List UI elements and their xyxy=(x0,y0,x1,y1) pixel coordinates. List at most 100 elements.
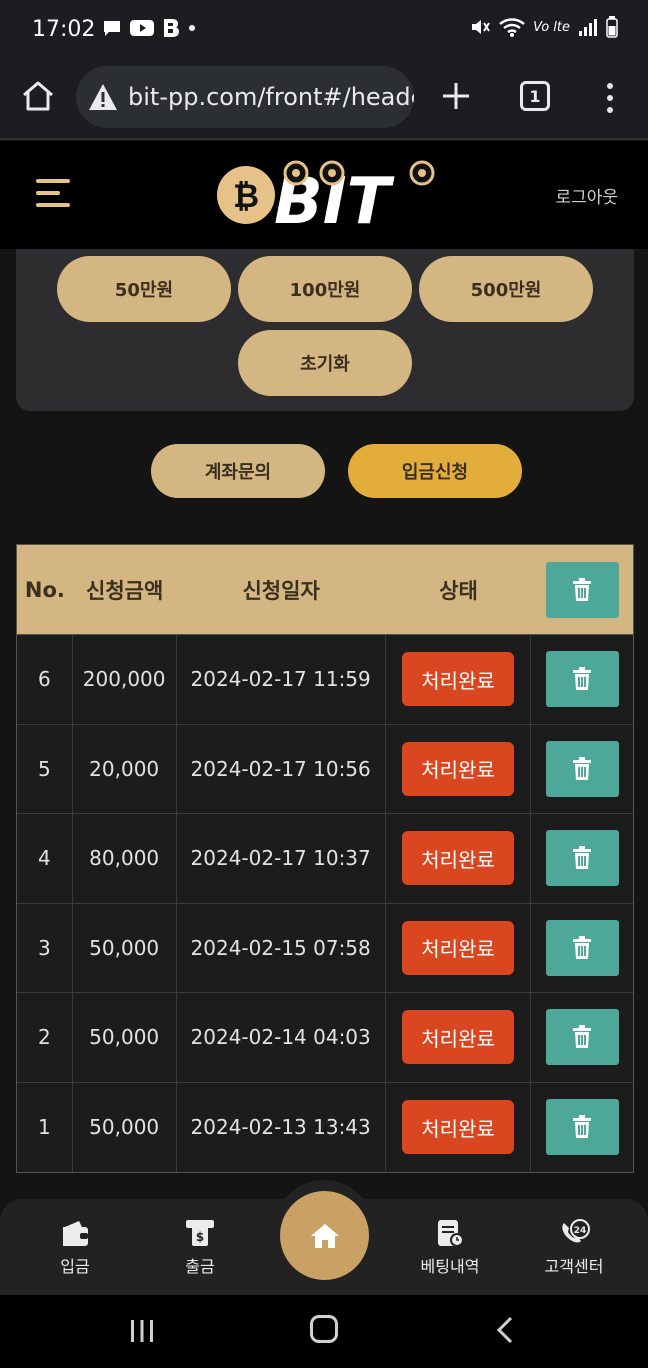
site-header: ₿ BIT 로그아웃 xyxy=(0,141,648,249)
table-row: 4 80,000 2024-02-17 10:37 처리완료 xyxy=(17,814,633,904)
logout-link[interactable]: 로그아웃 xyxy=(555,183,618,208)
delete-row-button[interactable] xyxy=(545,740,619,797)
svg-text:₿: ₿ xyxy=(233,177,259,215)
carrier-label: Vo lte xyxy=(533,19,570,35)
table-row: 6 200,000 2024-02-17 11:59 처리완료 xyxy=(17,635,633,725)
betting-history-icon xyxy=(438,1220,464,1247)
home-fab-button[interactable] xyxy=(280,1191,369,1280)
row-amount: 200,000 xyxy=(82,667,166,692)
dot-icon xyxy=(189,25,195,31)
nav-betting-history[interactable]: 베팅내역 xyxy=(400,1219,500,1277)
amount-500man-button[interactable]: 500만원 xyxy=(419,256,593,322)
trash-icon xyxy=(573,846,592,870)
status-badge: 처리완료 xyxy=(402,920,515,975)
trash-icon xyxy=(573,1025,592,1049)
amount-50man-button[interactable]: 50만원 xyxy=(57,256,231,322)
row-no: 4 xyxy=(38,846,51,871)
table-row: 5 20,000 2024-02-17 10:56 처리완료 xyxy=(17,724,633,814)
browser-toolbar: bit-pp.com/front#/heade 1 xyxy=(0,62,648,140)
nav-deposit[interactable]: 입금 xyxy=(35,1219,115,1277)
header-amount: 신청금액 xyxy=(86,578,164,603)
row-amount: 50,000 xyxy=(89,1025,160,1050)
amount-100man-button[interactable]: 100만원 xyxy=(238,256,412,322)
tab-switcher-button[interactable]: 1 xyxy=(520,81,550,111)
system-nav-bar xyxy=(0,1295,648,1368)
row-date: 2024-02-14 04:03 xyxy=(190,1025,371,1050)
row-date: 2024-02-17 10:37 xyxy=(190,846,371,871)
trash-icon xyxy=(573,1115,592,1139)
status-badge: 처리완료 xyxy=(402,1010,515,1065)
battery-icon xyxy=(606,16,618,38)
row-no: 6 xyxy=(38,667,51,692)
nav-withdraw[interactable]: $ 출금 xyxy=(160,1219,240,1277)
deposit-request-button[interactable]: 입금신청 xyxy=(348,444,522,498)
delete-all-button[interactable] xyxy=(545,561,619,618)
b-app-icon xyxy=(164,19,179,37)
svg-text:24: 24 xyxy=(574,1226,587,1236)
back-icon[interactable] xyxy=(494,1315,516,1345)
header-no: No. xyxy=(24,577,65,602)
nav-customer-center[interactable]: 24 고객센터 xyxy=(524,1219,624,1277)
nav-betting-history-label: 베팅내역 xyxy=(420,1257,480,1276)
status-badge: 처리완료 xyxy=(402,831,515,886)
status-time: 17:02 xyxy=(32,17,96,42)
delete-row-button[interactable] xyxy=(545,1099,619,1156)
new-tab-icon[interactable] xyxy=(438,78,474,114)
delete-row-button[interactable] xyxy=(545,830,619,887)
hamburger-menu-button[interactable] xyxy=(36,179,70,207)
amount-panel: 50만원 100만원 500만원 초기화 xyxy=(16,249,634,411)
row-date: 2024-02-17 11:59 xyxy=(190,667,371,692)
row-date: 2024-02-17 10:56 xyxy=(190,756,371,781)
signal-icon xyxy=(579,19,597,36)
deposit-history-table: No. 신청금액 신청일자 상태 6 200,000 2024-02-17 11… xyxy=(16,544,634,1173)
status-badge: 처리완료 xyxy=(402,1100,515,1155)
nav-customer-center-label: 고객센터 xyxy=(544,1257,604,1276)
header-status: 상태 xyxy=(439,578,478,603)
main-content: 50만원 100만원 500만원 초기화 계좌문의 입금신청 No. 신청금액 … xyxy=(0,249,648,1199)
table-row: 2 50,000 2024-02-14 04:03 처리완료 xyxy=(17,993,633,1083)
row-date: 2024-02-13 13:43 xyxy=(190,1115,371,1140)
system-home-icon[interactable] xyxy=(310,1315,338,1343)
svg-text:$: $ xyxy=(196,1230,204,1244)
url-text[interactable]: bit-pp.com/front#/heade xyxy=(128,83,414,111)
account-inquiry-button[interactable]: 계좌문의 xyxy=(151,444,325,498)
row-amount: 50,000 xyxy=(89,935,160,960)
youtube-icon xyxy=(130,20,154,36)
header-date: 신청일자 xyxy=(242,578,320,603)
delete-row-button[interactable] xyxy=(545,1009,619,1066)
table-row: 3 50,000 2024-02-15 07:58 처리완료 xyxy=(17,903,633,993)
row-no: 3 xyxy=(38,935,51,960)
wallet-icon xyxy=(63,1221,88,1246)
status-badge: 처리완료 xyxy=(402,741,515,796)
delete-row-button[interactable] xyxy=(545,651,619,708)
table-row: 1 50,000 2024-02-13 13:43 처리완료 xyxy=(17,1082,633,1172)
row-no: 1 xyxy=(38,1115,51,1140)
atm-withdraw-icon: $ xyxy=(186,1220,214,1246)
browser-home-icon[interactable] xyxy=(20,78,56,114)
reset-button[interactable]: 초기화 xyxy=(238,330,412,396)
trash-icon xyxy=(573,935,592,959)
trash-icon xyxy=(573,667,592,691)
nav-deposit-label: 입금 xyxy=(60,1257,90,1276)
row-amount: 50,000 xyxy=(89,1115,160,1140)
row-amount: 80,000 xyxy=(89,846,160,871)
status-bar: 17:02 Vo lte xyxy=(0,0,648,62)
home-icon xyxy=(310,1223,339,1248)
row-no: 5 xyxy=(38,756,51,781)
table-header: No. 신청금액 신청일자 상태 xyxy=(17,545,633,635)
mute-icon xyxy=(472,20,490,34)
status-badge: 처리완료 xyxy=(402,652,515,707)
site-logo[interactable]: ₿ BIT xyxy=(216,157,436,237)
row-no: 2 xyxy=(38,1025,51,1050)
delete-row-button[interactable] xyxy=(545,919,619,976)
nav-withdraw-label: 출금 xyxy=(185,1257,215,1276)
row-date: 2024-02-15 07:58 xyxy=(190,935,371,960)
url-bar[interactable]: bit-pp.com/front#/heade xyxy=(76,66,414,128)
wifi-icon xyxy=(499,18,525,37)
recents-icon[interactable] xyxy=(128,1317,156,1345)
trash-icon xyxy=(573,577,592,601)
row-amount: 20,000 xyxy=(89,756,160,781)
browser-menu-icon[interactable] xyxy=(600,80,620,116)
support-24-icon: 24 xyxy=(562,1219,590,1243)
warning-icon[interactable] xyxy=(88,83,118,111)
